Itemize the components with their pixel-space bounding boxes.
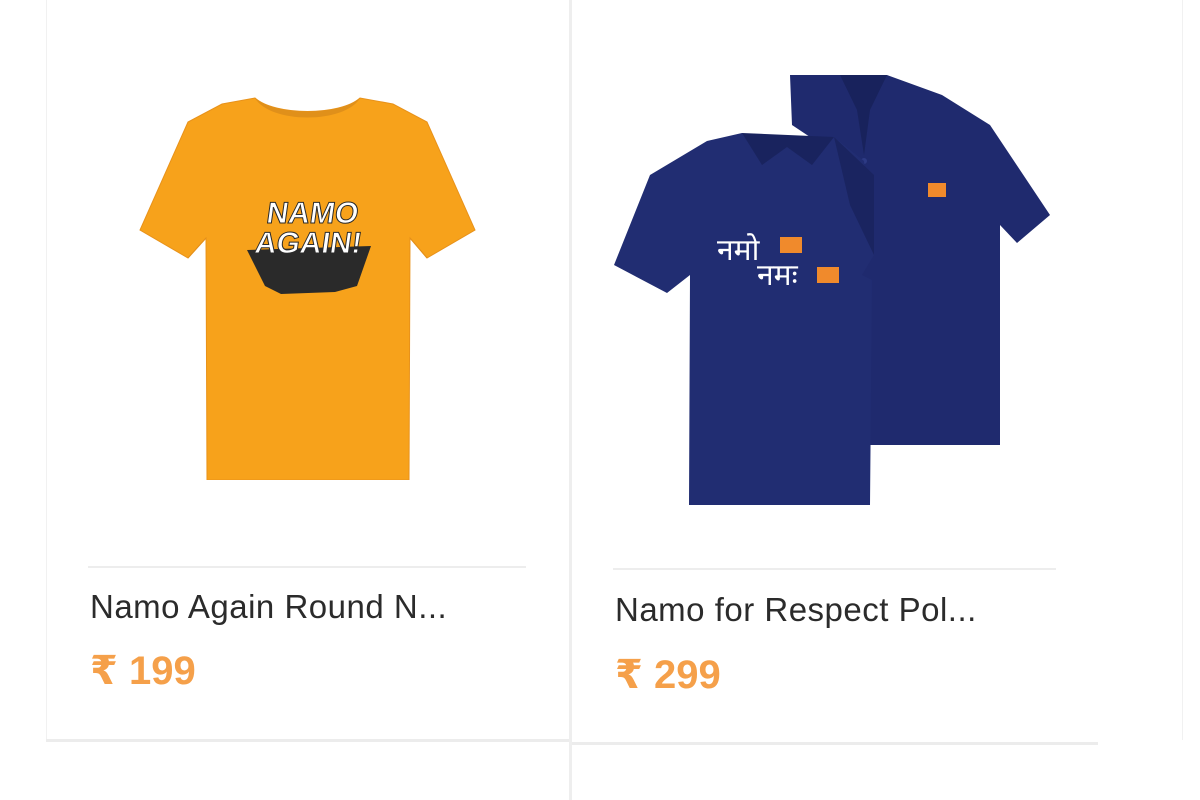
product-image-orange-tshirt[interactable]: NAMO AGAIN!: [135, 90, 480, 480]
svg-text:AGAIN!: AGAIN!: [253, 227, 364, 260]
product-card-namo-for-respect[interactable]: नमो नमः Namo for Respect Pol... ₹ 299: [572, 0, 1182, 740]
product-name[interactable]: Namo for Respect Pol...: [615, 591, 977, 629]
svg-text:नमो: नमो: [717, 233, 761, 268]
product-price: ₹ 299: [615, 653, 721, 697]
product-image-navy-polo[interactable]: नमो नमः: [612, 65, 1057, 505]
product-name[interactable]: Namo Again Round N...: [90, 588, 447, 626]
svg-text:नमः: नमः: [757, 258, 799, 293]
grid-divider-right: [1182, 0, 1183, 740]
product-card-namo-again[interactable]: NAMO AGAIN! Namo Again Round N... ₹ 199: [47, 0, 569, 740]
front-polo: [614, 133, 874, 505]
svg-text:NAMO: NAMO: [265, 197, 361, 230]
product-price: ₹ 199: [90, 649, 196, 693]
shirt-print-text: NAMO AGAIN!: [252, 197, 364, 261]
row-divider-right: [572, 742, 1098, 745]
card-divider: [88, 566, 526, 568]
card-divider: [613, 568, 1056, 570]
